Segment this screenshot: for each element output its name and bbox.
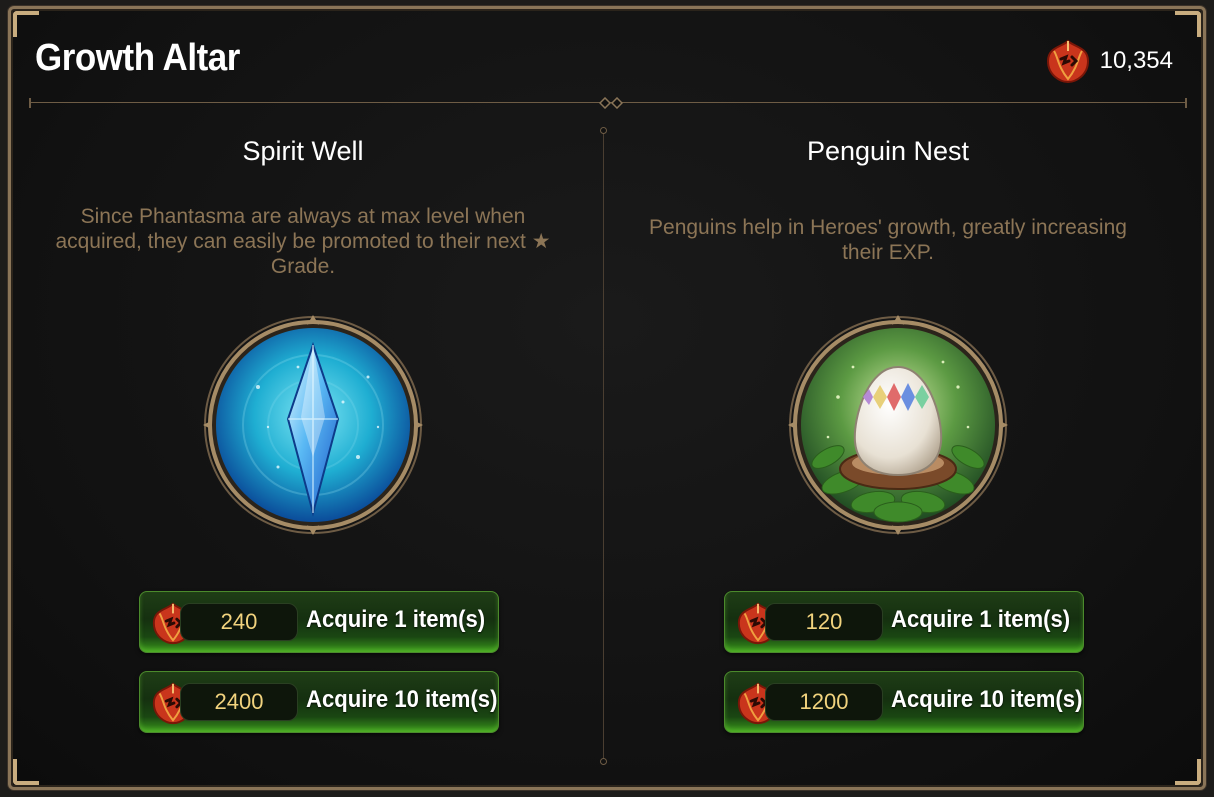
altar-penguin-nest: Penguin Nest Penguins help in Heroes' gr… [608,9,1168,793]
altar-title: Penguin Nest [806,136,970,166]
price-value: 120 [765,603,883,641]
acquire-1-button[interactable]: 120 Acquire 1 item(s) [724,591,1084,653]
altar-description: Since Phantasma are always at max level … [55,205,551,278]
frame-corner-ornament [1175,759,1201,785]
acquire-1-button[interactable]: 240 Acquire 1 item(s) [139,591,499,653]
column-divider [600,127,607,765]
frame-corner-ornament [1175,11,1201,37]
acquire-label: Acquire 10 item(s) [306,686,498,713]
acquire-10-button[interactable]: 2400 Acquire 10 item(s) [139,671,499,733]
price-value: 1200 [765,683,883,721]
price-value: 2400 [180,683,298,721]
altar-description: Penguins help in Heroes' growth, greatly… [649,216,1127,264]
acquire-10-button[interactable]: 1200 Acquire 10 item(s) [724,671,1084,733]
spirit-crystal-icon [203,315,423,535]
altar-spirit-well: Spirit Well Since Phantasma are always a… [23,9,583,793]
acquire-label: Acquire 10 item(s) [891,686,1083,713]
acquire-label: Acquire 1 item(s) [891,606,1071,633]
acquire-label: Acquire 1 item(s) [306,606,486,633]
growth-altar-panel: Growth Altar 10,354 Spirit Well Since Ph… [8,6,1206,790]
price-value: 240 [180,603,298,641]
altar-title: Spirit Well [242,136,364,166]
penguin-egg-icon [788,315,1008,535]
